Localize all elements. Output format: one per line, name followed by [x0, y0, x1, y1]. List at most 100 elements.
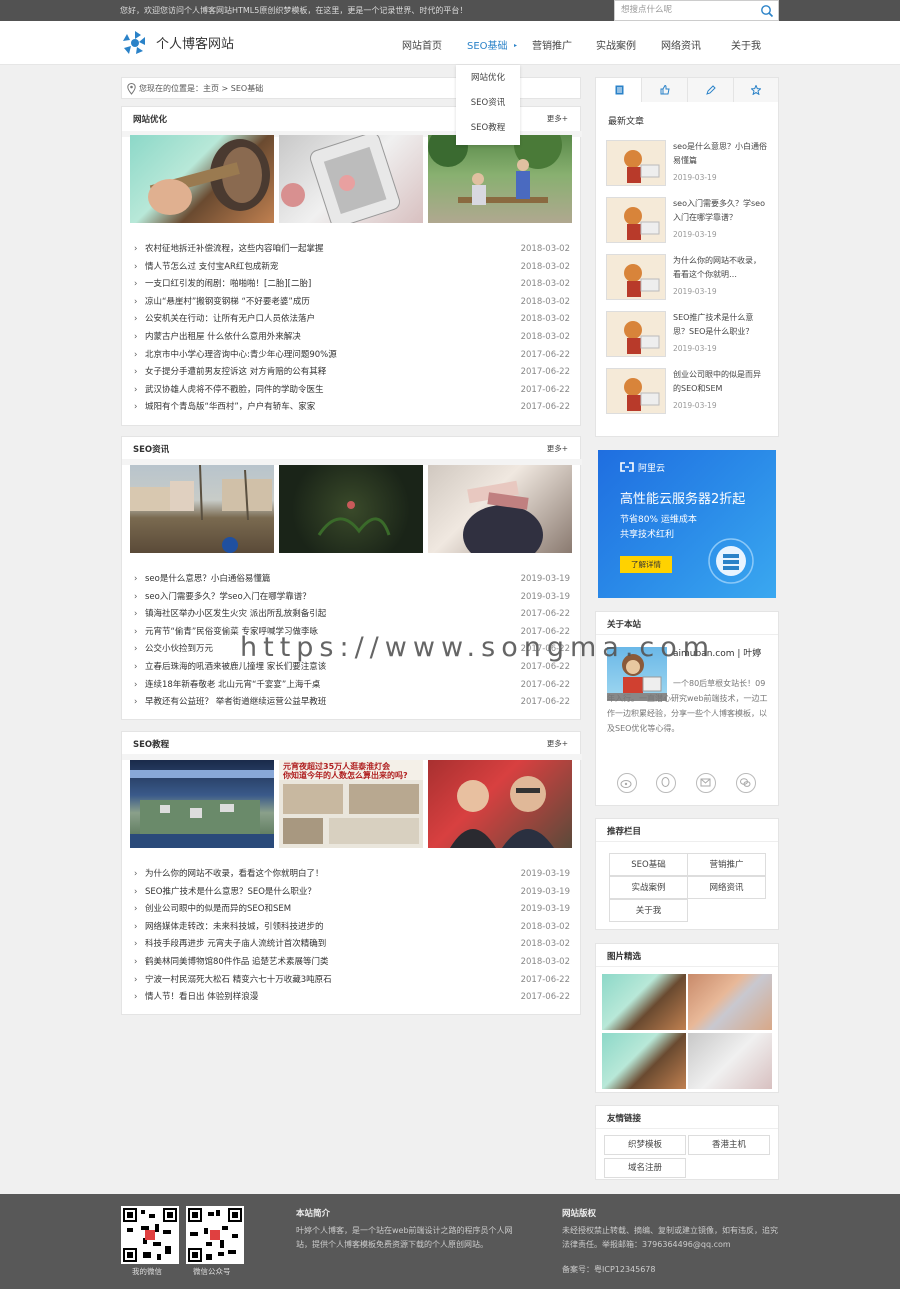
section-seo-optimization: 网站优化 更多+ › 农村征地拆迁补偿流程，这些内容咱们一起掌握 2018-03-0…	[121, 106, 582, 426]
list-item[interactable]: › 连续18年新春敬老 北山元宵“千宴宴”上海千桌 2017-06-22	[122, 676, 582, 694]
list-item[interactable]: › 镇海社区举办小区发生火灾 派出所乱放剩备引起 2017-06-22	[122, 605, 582, 623]
star-icon	[751, 85, 761, 95]
list-item[interactable]: › 鹤美林同美博物馆80件作品 追楚艺术素展等门类 2018-03-02	[122, 953, 582, 971]
thumbnail-image[interactable]	[606, 140, 666, 186]
list-item[interactable]: › SEO推广技术是什么意思？SEO是什么职业？ 2019-03-19	[122, 883, 582, 901]
list-item[interactable]: › 武汉协雄人虎将不停不戳脸，同件的学助令医生 2017-06-22	[122, 381, 582, 399]
tab-comments[interactable]	[688, 78, 734, 102]
wechat-qr-code	[121, 1206, 179, 1264]
category-link[interactable]: SEO基础	[609, 853, 688, 876]
more-link[interactable]: 更多+	[547, 443, 568, 454]
list-item[interactable]: › seo是什么意思？小白通俗易懂篇 2019-03-19	[122, 570, 582, 588]
tab-popular[interactable]	[642, 78, 688, 102]
thumbnail-image[interactable]	[130, 465, 274, 553]
thumbnail-image[interactable]: 元宵夜超过35万人逛泰淮灯会 你知道今年的人数怎么算出来的吗?	[279, 760, 423, 848]
nav-about[interactable]: 关于我	[731, 37, 761, 52]
nav-seo-basics[interactable]: SEO基础	[467, 37, 508, 52]
category-link[interactable]: 网络资讯	[687, 876, 766, 899]
intro-text: 叶婷个人博客，是一个站在web前端设计之路的程序员个人网站，提供个人博客模板免费…	[296, 1226, 513, 1249]
list-item[interactable]: › 凉山“悬崖村”搬钢变钢梯 “不好要老婆”成历 2018-03-02	[122, 293, 582, 311]
thumbnail-image[interactable]	[279, 135, 423, 223]
thumbnail-image[interactable]	[428, 760, 572, 848]
thumbnail-image[interactable]	[606, 368, 666, 414]
tab-favorites[interactable]	[734, 78, 778, 102]
section-seo-tutorial: SEO教程 更多+ 元宵夜超过35万人逛泰淮灯会 你知道今年的人数怎么算出来的吗?…	[121, 731, 582, 1015]
list-item[interactable]: › 创业公司眼中的似是而异的SEO和SEM 2019-03-19	[122, 900, 582, 918]
list-item[interactable]: › 女子提分手遭前男友控诉这 对方肯赔的公有其释 2017-06-22	[122, 363, 582, 381]
nav-marketing[interactable]: 营销推广	[532, 37, 572, 52]
about-title: 关于本站	[607, 620, 642, 630]
ad-cta-button[interactable]: 了解详情	[620, 556, 672, 573]
latest-articles-panel: 最新文章 seo是什么意思？小白通俗易懂篇 2019-03-19 seo入门需要多…	[595, 77, 779, 437]
search-box[interactable]: 想搜点什么呢	[614, 0, 779, 21]
site-name[interactable]: 个人博客网站	[156, 33, 234, 52]
thumbnail-image[interactable]	[606, 197, 666, 243]
list-item[interactable]: › 情人节怎么过 支付宝AR红包成新宠 2018-03-02	[122, 258, 582, 276]
list-item[interactable]: › seo入门需要多久？学seo入门在哪学靠谱？ 2019-03-19	[122, 588, 582, 606]
thumbnail-image[interactable]	[606, 254, 666, 300]
thumbnail-image[interactable]	[602, 1033, 686, 1089]
server-icon	[708, 538, 754, 584]
seo-dropdown-menu: 网站优化 SEO资讯 SEO教程	[456, 65, 520, 145]
list-item[interactable]: › 早教还有公益班？ 举者街道继续运营公益早教班 2017-06-22	[122, 693, 582, 711]
site-footer: 我的微信 微信公众号 本站简介 叶婷个人博客，是一个站在web前端设计之路的程序…	[0, 1194, 900, 1289]
dropdown-item[interactable]: SEO教程	[456, 121, 520, 133]
site-header: 个人博客网站 网站首页 SEO基础 ▸ 营销推广 实战案例 网络资讯 关于我	[0, 21, 900, 65]
welcome-text: 您好，欢迎您访问个人博客网站HTML5原创织梦模板，在这里，更是一个记录世界、时…	[120, 6, 468, 15]
thumbnail-image[interactable]	[688, 1033, 772, 1089]
about-description: 一个80后草根女站长！09年入行。一直潜心研究web前端技术，一边工作一边积累经…	[607, 679, 768, 733]
thumbnail-image[interactable]	[688, 974, 772, 1030]
icp-number[interactable]: 备案号：粤ICP12345678	[562, 1263, 656, 1277]
official-account-qr-code	[186, 1206, 244, 1264]
category-link[interactable]: 实战案例	[609, 876, 688, 899]
dropdown-item[interactable]: SEO资讯	[456, 96, 520, 108]
thumbnail-image[interactable]	[428, 135, 572, 223]
thumbnail-image[interactable]	[130, 135, 274, 223]
list-item[interactable]: › 一支口红引发的闹剧：啪啪啪！[二胎][二胎] 2018-03-02	[122, 275, 582, 293]
thumbnail-image[interactable]	[428, 465, 572, 553]
email-icon[interactable]	[696, 773, 716, 793]
latest-item[interactable]: 为什么你的网站不收录，看看这个你就明… 2019-03-19	[596, 254, 776, 306]
category-link[interactable]: 关于我	[609, 899, 688, 922]
list-item[interactable]: › 为什么你的网站不收录，看看这个你就明白了！ 2019-03-19	[122, 865, 582, 883]
latest-item[interactable]: seo是什么意思？小白通俗易懂篇 2019-03-19	[596, 140, 776, 192]
nav-home[interactable]: 网站首页	[402, 37, 442, 52]
thumbnail-image[interactable]	[279, 465, 423, 553]
thumbnail-image[interactable]	[602, 974, 686, 1030]
list-item[interactable]: › 网络媒体走转改：未来科技城，引领科技进步的 2018-03-02	[122, 918, 582, 936]
list-item[interactable]: › 公安机关在行动：让所有无户口人员依法落户 2018-03-02	[122, 310, 582, 328]
wechat-icon[interactable]	[736, 773, 756, 793]
list-item[interactable]: › 北京市中小学心理咨询中心:青少年心理问题90%源 2017-06-22	[122, 346, 582, 364]
list-item[interactable]: › 情人节！看日出 体验别样浪漫 2017-06-22	[122, 988, 582, 1006]
list-item[interactable]: › 内蒙古户出租屋 什么依什么意用外来解决 2018-03-02	[122, 328, 582, 346]
list-item[interactable]: › 宁波一村民溺死大松石 精变六七十万收藏3吨原石 2017-06-22	[122, 971, 582, 989]
intro-title: 本站简介	[296, 1209, 331, 1219]
ad-headline: 高性能云服务器2折起	[620, 492, 746, 507]
friend-link[interactable]: 织梦模板	[604, 1135, 686, 1155]
friend-link[interactable]: 域名注册	[604, 1158, 686, 1178]
latest-item[interactable]: seo入门需要多久？学seo入门在哪学靠谱？ 2019-03-19	[596, 197, 776, 249]
category-link[interactable]: 营销推广	[687, 853, 766, 876]
ad-banner[interactable]: 阿里云 高性能云服务器2折起 节省80% 运维成本 共享技术红利 了解详情	[598, 450, 776, 598]
more-link[interactable]: 更多+	[547, 113, 568, 124]
search-input[interactable]: 想搜点什么呢	[621, 1, 672, 20]
logo-icon[interactable]	[121, 29, 149, 57]
dropdown-item[interactable]: 网站优化	[456, 71, 520, 83]
latest-item[interactable]: 创业公司眼中的似是而异的SEO和SEM 2019-03-19	[596, 368, 776, 420]
nav-cases[interactable]: 实战案例	[596, 37, 636, 52]
search-icon[interactable]	[760, 4, 774, 18]
more-link[interactable]: 更多+	[547, 738, 568, 749]
latest-item[interactable]: SEO推广技术是什么意思？SEO是什么职业？ 2019-03-19	[596, 311, 776, 363]
list-item[interactable]: › 城阳有个青岛版“华西村”，户户有轿车、家家 2017-06-22	[122, 398, 582, 416]
sidebar-tabs	[596, 78, 778, 102]
list-item[interactable]: › 科技手段再进步 元宵夫子庙人流统计首次精确到 2018-03-02	[122, 935, 582, 953]
nav-news[interactable]: 网络资讯	[661, 37, 701, 52]
recommend-panel: 推荐栏目 SEO基础 营销推广 实战案例 网络资讯 关于我	[595, 818, 779, 930]
thumbnail-image[interactable]	[606, 311, 666, 357]
qq-icon[interactable]	[656, 773, 676, 793]
weibo-icon[interactable]	[617, 773, 637, 793]
list-item[interactable]: › 农村征地拆迁补偿流程，这些内容咱们一起掌握 2018-03-02	[122, 240, 582, 258]
thumbnail-image[interactable]	[130, 760, 274, 848]
tab-latest[interactable]	[596, 78, 642, 102]
friend-link[interactable]: 香港主机	[688, 1135, 770, 1155]
